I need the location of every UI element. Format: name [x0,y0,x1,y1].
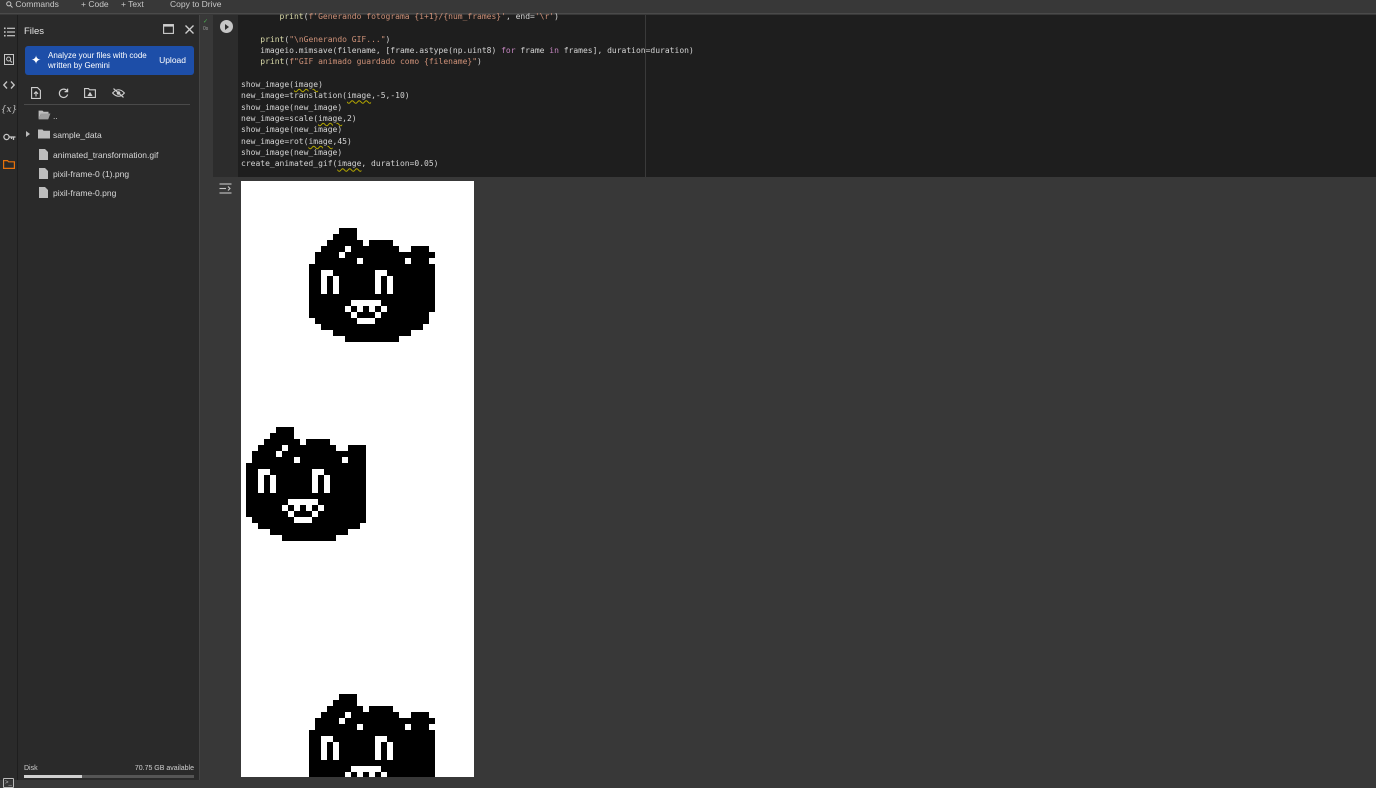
add-text-button[interactable]: + Text [121,0,144,9]
disk-bar-fill [24,775,82,778]
cell-run-column [213,15,238,177]
cat-image-original [309,228,435,342]
code-line: print(f'Generando fotograma {i+1}/{num_f… [279,12,559,21]
file-name: animated_transformation.gif [53,150,159,160]
file-icon [39,149,48,162]
copy-to-drive-button[interactable]: Copy to Drive [170,0,222,9]
files-panel: Files ✦ Analyze your files with code wri… [18,15,200,780]
file-name: sample_data [53,130,102,140]
sparkle-icon: ✦ [31,53,42,67]
hide-files-icon[interactable] [111,86,125,100]
code-line: show_image(new_image) [241,125,343,135]
cell-gutter [201,15,213,780]
file-row-png-2[interactable]: pixil-frame-0.png [18,184,200,202]
gemini-banner: ✦ Analyze your files with code written b… [25,46,194,75]
code-line: print("\nGenerando GIF...") [260,34,391,44]
execution-status: ✓ 0s [203,19,209,32]
cell-output-image [241,181,474,777]
folder-open-icon [38,110,51,122]
search-icon [6,1,13,9]
upload-button[interactable]: Upload [159,55,186,65]
panel-divider [24,104,190,105]
banner-text: Analyze your files with code written by … [48,51,147,70]
file-icon [39,187,48,200]
folder-icon [38,129,50,141]
output-actions-icon[interactable] [219,181,232,194]
close-icon[interactable] [181,21,197,37]
file-icon [39,168,48,181]
commands-label: Commands [15,0,59,9]
code-block[interactable]: print(f'Generando fotograma {i+1}/{num_f… [241,11,694,170]
file-name: .. [53,111,58,121]
code-line: print(f"GIF animado guardado como {filen… [260,57,482,67]
file-row-parent[interactable]: .. [18,107,200,125]
code-line: show_image(image) [241,80,323,90]
expand-caret-icon[interactable] [26,131,30,137]
code-line: show_image(new_image) [241,148,343,158]
folder-icon[interactable] [2,157,16,171]
left-rail: {x} >_ [0,15,18,788]
mount-drive-icon[interactable] [83,86,97,100]
panel-title: Files [24,26,45,37]
code-line: new_image=rot(image,45) [241,136,352,146]
refresh-icon[interactable] [56,86,70,100]
run-cell-button[interactable] [220,20,233,33]
disk-usage: Disk 70.75 GB available [24,765,194,778]
file-row-gif[interactable]: animated_transformation.gif [18,146,200,164]
file-name: pixil-frame-0.png [53,188,117,198]
disk-bar [24,775,194,778]
code-line: new_image=translation(image,-5,-10) [241,91,410,101]
code-snippets-icon[interactable] [2,78,16,92]
commands-button[interactable]: Commands [6,0,59,9]
upload-file-icon[interactable] [29,86,43,100]
disk-label: Disk [24,765,38,772]
find-icon[interactable] [2,52,16,66]
disk-available: 70.75 GB available [134,765,194,772]
file-row-png-1[interactable]: pixil-frame-0 (1).png [18,165,200,183]
cat-image-rotated [309,694,435,777]
code-line: create_animated_gif(image, duration=0.05… [241,159,439,169]
variables-icon[interactable]: {x} [1,103,18,117]
table-of-contents-icon[interactable] [2,25,16,39]
add-code-button[interactable]: + Code [81,0,109,9]
code-line: imageio.mimsave(filename, [frame.astype(… [241,46,694,56]
code-line: show_image(new_image) [241,102,343,112]
secrets-key-icon[interactable] [2,130,16,144]
file-name: pixil-frame-0 (1).png [53,169,130,179]
file-row-sample-data[interactable]: sample_data [18,126,200,144]
cat-image-translated [246,427,366,541]
code-line: new_image=scale(image,2) [241,114,357,124]
open-in-tab-icon[interactable] [160,21,176,37]
